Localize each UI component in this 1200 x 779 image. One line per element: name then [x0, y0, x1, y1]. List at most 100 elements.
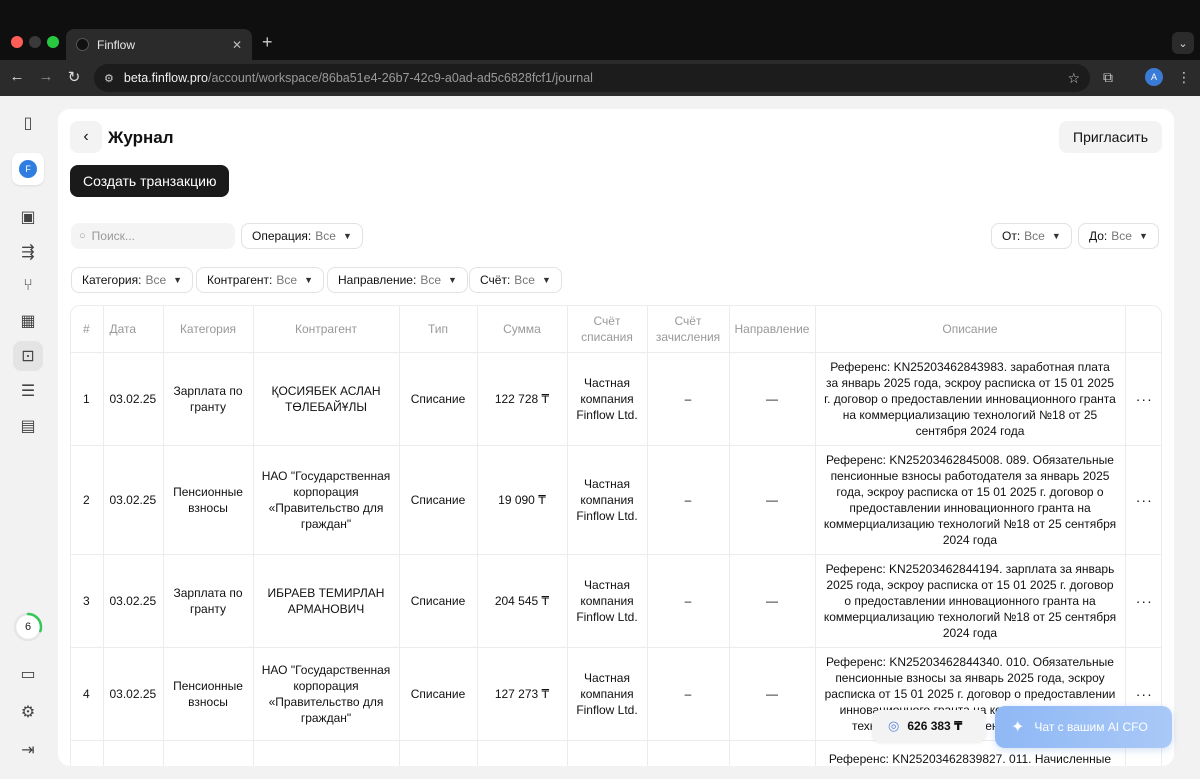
ai-cfo-label: Чат с вашим AI CFO: [1034, 720, 1148, 734]
filter-label: Операция:: [252, 229, 312, 243]
calendar-icon[interactable]: ▦: [18, 311, 38, 331]
profile-avatar[interactable]: A: [1145, 68, 1163, 86]
row-credit-account: –: [647, 445, 730, 555]
site-settings-icon[interactable]: ⚙: [104, 72, 114, 85]
column-header[interactable]: Описание: [815, 306, 1126, 353]
row-category: Пенсионные взносы: [163, 647, 254, 741]
row-counterparty: ҚОСИЯБЕК АСЛАН ТӨЛЕБАЙҰЛЫ: [253, 352, 400, 446]
balance-chip[interactable]: ◎ 626 383 ₸: [872, 710, 986, 742]
minimize-window-button[interactable]: [29, 36, 41, 48]
balance-value: 626 383 ₸: [907, 719, 963, 733]
row-direction: —: [729, 647, 816, 741]
table-header-row: # Дата Категория Контрагент Тип Сумма Сч…: [71, 306, 1161, 353]
app-area: ▯ F ▣ ⇶ ⑂ ▦ ⊡ ☰ ▤ 6 ▭ ⚙ ⇥ ‹ Журнал Пригл…: [0, 96, 1200, 779]
tab-title: Finflow: [97, 37, 136, 52]
chevron-down-icon: ▼: [342, 231, 352, 241]
column-header[interactable]: #: [71, 306, 104, 353]
column-header[interactable]: Категория: [163, 306, 254, 353]
journal-table: # Дата Категория Контрагент Тип Сумма Сч…: [70, 305, 1162, 766]
column-header[interactable]: Сумма: [477, 306, 568, 353]
extensions-icon[interactable]: ⧉: [1103, 69, 1113, 86]
logout-icon[interactable]: ⇥: [18, 740, 38, 760]
workspace-avatar[interactable]: F: [12, 153, 44, 185]
filter-value: Все: [145, 273, 167, 287]
column-header[interactable]: Контрагент: [253, 306, 400, 353]
row-more-icon[interactable]: ···: [1125, 554, 1161, 648]
tab-search-icon[interactable]: ⌄: [1172, 32, 1194, 54]
row-description: Референс: KN25203462845008. 089. Обязате…: [815, 445, 1126, 555]
row-number: [71, 740, 104, 766]
to-date-filter[interactable]: До: Все ▼: [1078, 223, 1159, 249]
sidebar: ▯ F ▣ ⇶ ⑂ ▦ ⊡ ☰ ▤ 6 ▭ ⚙ ⇥: [0, 96, 57, 779]
category-filter[interactable]: Категория: Все ▼: [71, 267, 194, 293]
invite-button[interactable]: Пригласить: [1059, 121, 1162, 153]
filter-label: Направление:: [338, 273, 417, 287]
row-debit-account: Частная компания Finflow Ltd.: [567, 647, 648, 741]
document-icon[interactable]: ☰: [18, 381, 38, 401]
operation-filter[interactable]: Операция: Все ▼: [241, 223, 363, 249]
account-filter[interactable]: Счёт: Все ▼: [469, 267, 562, 293]
row-more-icon[interactable]: ···: [1125, 352, 1161, 446]
filter-value: Все: [276, 273, 298, 287]
browser-menu-icon[interactable]: ⋮: [1177, 69, 1191, 86]
browser-tab-strip: Finflow ✕ + ⌄: [0, 0, 1200, 60]
column-header[interactable]: Счёт зачисления: [647, 306, 730, 353]
briefcase-icon[interactable]: ▣: [18, 207, 38, 227]
counterparty-filter[interactable]: Контрагент: Все ▼: [196, 267, 324, 293]
row-amount: [477, 740, 568, 766]
forward-icon[interactable]: →: [36, 68, 56, 85]
workspace-initial: F: [19, 160, 37, 178]
table-row[interactable]: 2 03.02.25 Пенсионные взносы НАО "Госуда…: [71, 445, 1161, 555]
bookmark-star-icon[interactable]: ☆: [1067, 70, 1080, 87]
column-header[interactable]: Дата: [103, 306, 164, 353]
close-tab-icon[interactable]: ✕: [232, 38, 242, 52]
browser-tab[interactable]: Finflow ✕: [66, 29, 252, 60]
row-credit-account: –: [647, 554, 730, 648]
row-number: 4: [71, 647, 104, 741]
row-number: 2: [71, 445, 104, 555]
column-header[interactable]: Тип: [399, 306, 478, 353]
search-box[interactable]: ○: [71, 223, 235, 249]
book-icon[interactable]: ▤: [18, 416, 38, 436]
column-header[interactable]: Направление: [729, 306, 816, 353]
new-tab-icon[interactable]: +: [262, 32, 273, 53]
row-more-icon[interactable]: ···: [1125, 445, 1161, 555]
journal-card: ‹ Журнал Пригласить Создать транзакцию ○…: [58, 109, 1174, 766]
row-type: [399, 740, 478, 766]
from-date-filter[interactable]: От: Все ▼: [991, 223, 1072, 249]
back-button[interactable]: ‹: [70, 121, 102, 153]
direction-filter[interactable]: Направление: Все ▼: [327, 267, 468, 293]
favicon-icon: [76, 38, 89, 51]
filter-label: Счёт:: [480, 273, 511, 287]
chevron-left-icon: ‹: [83, 128, 89, 145]
payments-icon[interactable]: ⇶: [18, 242, 38, 262]
address-bar[interactable]: ⚙ beta.finflow.pro/account/workspace/86b…: [94, 64, 1090, 92]
maximize-window-button[interactable]: [47, 36, 59, 48]
row-direction: —: [729, 352, 816, 446]
back-icon[interactable]: ←: [7, 68, 27, 85]
create-transaction-button[interactable]: Создать транзакцию: [70, 165, 230, 197]
close-window-button[interactable]: [11, 36, 23, 48]
column-header: [1125, 306, 1161, 353]
filter-label: До:: [1089, 229, 1108, 243]
table-row[interactable]: 1 03.02.25 Зарплата по гранту ҚОСИЯБЕК А…: [71, 352, 1161, 446]
column-header[interactable]: Счёт списания: [567, 306, 648, 353]
row-amount: 127 273 ₸: [477, 647, 568, 741]
row-number: 1: [71, 352, 104, 446]
chat-message-icon[interactable]: ▭: [18, 664, 38, 684]
table-row[interactable]: 3 03.02.25 Зарплата по гранту ИБРАЕВ ТЕМ…: [71, 554, 1161, 648]
filter-label: От:: [1002, 229, 1021, 243]
reload-icon[interactable]: ↻: [64, 68, 84, 86]
chevron-down-icon: ▼: [448, 275, 457, 285]
ai-cfo-chat-button[interactable]: ✦ Чат с вашим AI CFO: [995, 706, 1172, 748]
search-input[interactable]: [91, 229, 212, 243]
search-icon: ○: [79, 230, 86, 242]
chevron-down-icon: ▼: [304, 275, 313, 285]
journal-inbox-icon[interactable]: ⊡: [13, 341, 43, 371]
sidebar-toggle-icon[interactable]: ▯: [18, 113, 38, 133]
flow-branch-icon[interactable]: ⑂: [18, 276, 38, 296]
row-category: Пенсионные взносы: [163, 445, 254, 555]
row-date: 03.02.25: [103, 647, 164, 741]
gear-icon[interactable]: ⚙: [18, 702, 38, 722]
filter-label: Категория:: [82, 273, 142, 287]
